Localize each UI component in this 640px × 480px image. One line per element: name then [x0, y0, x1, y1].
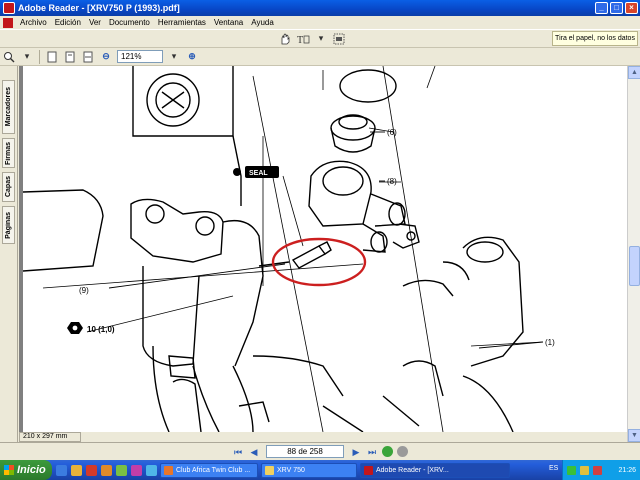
- actual-size-icon[interactable]: [45, 50, 59, 64]
- forward-icon[interactable]: [397, 446, 408, 457]
- title-bar: Adobe Reader - [XRV750 P (1993).pdf] _ □…: [0, 0, 640, 16]
- maximize-button[interactable]: □: [610, 2, 623, 14]
- zoom-out-icon[interactable]: ⊖: [99, 50, 113, 64]
- task-adobe-reader[interactable]: Adobe Reader - [XRV...: [360, 462, 510, 478]
- zoom-in-icon[interactable]: [2, 50, 16, 64]
- desktop-icon[interactable]: [146, 464, 157, 476]
- callout-6: (6): [387, 128, 397, 137]
- windows-taskbar: Inicio Club Africa Twin Club ... XRV 750…: [0, 460, 640, 480]
- tab-firmas-label: Firmas: [5, 141, 12, 165]
- document-viewport[interactable]: SEAL (6) (8) (9) (1) 10 (1,0): [19, 66, 627, 432]
- vertical-scrollbar[interactable]: ▲ ▼: [627, 66, 640, 442]
- fit-width-icon[interactable]: [81, 50, 95, 64]
- adobe-reader-icon: [364, 465, 373, 475]
- zoom-toolbar: ▾ ⊖ 121% ▾ ⊕: [0, 48, 640, 66]
- first-page-icon[interactable]: ⏮: [232, 446, 244, 458]
- callout-8: (8): [387, 177, 397, 186]
- toolbar-divider: [39, 49, 40, 64]
- close-button[interactable]: ×: [625, 2, 638, 14]
- back-icon[interactable]: [382, 446, 393, 457]
- firefox-icon[interactable]: [101, 464, 112, 476]
- callout-1: (1): [545, 338, 555, 347]
- fit-page-icon[interactable]: [63, 50, 77, 64]
- notice-banner[interactable]: Tira el papel, no los datos: [552, 31, 638, 46]
- messenger-icon[interactable]: [116, 464, 127, 476]
- start-button[interactable]: Inicio: [0, 460, 52, 480]
- ie-icon[interactable]: [56, 464, 67, 476]
- scroll-thumb[interactable]: [629, 246, 640, 286]
- tab-capas-label: Capas: [5, 176, 12, 198]
- navigation-panel: Marcadores Firmas Capas Páginas: [0, 66, 18, 442]
- minimize-button[interactable]: _: [595, 2, 608, 14]
- tab-paginas[interactable]: Páginas: [2, 206, 15, 244]
- select-text-icon[interactable]: T: [296, 32, 310, 46]
- system-tray: ES 21:26: [549, 460, 640, 480]
- scroll-up-icon[interactable]: ▲: [628, 66, 640, 79]
- language-indicator[interactable]: ES: [549, 465, 558, 472]
- torque-spec: 10 (1,0): [67, 322, 115, 334]
- folder-icon[interactable]: [71, 464, 82, 476]
- tab-paginas-label: Páginas: [5, 211, 12, 239]
- menu-documento[interactable]: Documento: [105, 18, 154, 27]
- engine-diagram: SEAL (6) (8) (9) (1) 10 (1,0): [22, 66, 555, 432]
- page-size-bar: 210 x 297 mm: [19, 432, 627, 442]
- security-icon[interactable]: [593, 465, 602, 475]
- browser-icon: [164, 465, 173, 475]
- scroll-down-icon[interactable]: ▼: [628, 429, 640, 442]
- menu-herramientas[interactable]: Herramientas: [154, 18, 210, 27]
- chevron-down-icon[interactable]: ▾: [20, 50, 34, 64]
- page-size: 210 x 297 mm: [19, 432, 81, 442]
- app-icon[interactable]: [131, 464, 142, 476]
- pdf-page: SEAL (6) (8) (9) (1) 10 (1,0): [22, 66, 627, 432]
- document-icon[interactable]: [3, 17, 13, 28]
- page-number-field[interactable]: 88 de 258: [266, 445, 344, 458]
- menu-ventana[interactable]: Ventana: [210, 18, 247, 27]
- windows-logo-icon: [4, 465, 14, 475]
- start-label: Inicio: [17, 464, 46, 476]
- tab-firmas[interactable]: Firmas: [2, 138, 15, 168]
- snapshot-tool-icon[interactable]: [332, 32, 346, 46]
- clock: 21:26: [618, 466, 636, 474]
- tab-capas[interactable]: Capas: [2, 172, 15, 202]
- chevron-down-icon[interactable]: ▾: [167, 50, 181, 64]
- task-label: Club Africa Twin Club ...: [176, 466, 251, 474]
- task-xrv750[interactable]: XRV 750: [261, 462, 357, 478]
- zoom-plus-icon[interactable]: ⊕: [185, 50, 199, 64]
- task-club-africa[interactable]: Club Africa Twin Club ...: [160, 462, 258, 478]
- adobe-reader-icon: [3, 2, 15, 14]
- menu-edicion[interactable]: Edición: [51, 18, 85, 27]
- torque-value: 10 (1,0): [87, 325, 115, 334]
- menu-archivo[interactable]: Archivo: [16, 18, 51, 27]
- page-navigation-bar: ⏮ ◀ 88 de 258 ▶ ⏭: [0, 442, 640, 460]
- tab-marcadores[interactable]: Marcadores: [2, 80, 15, 134]
- main-toolbar: T ▾: [0, 30, 640, 48]
- chevron-down-icon[interactable]: ▾: [314, 32, 328, 46]
- menu-ayuda[interactable]: Ayuda: [247, 18, 278, 27]
- previous-page-icon[interactable]: ◀: [248, 446, 260, 458]
- menu-bar: Archivo Edición Ver Documento Herramient…: [0, 16, 640, 30]
- network-icon[interactable]: [567, 465, 576, 475]
- next-page-icon[interactable]: ▶: [350, 446, 362, 458]
- seal-label: SEAL: [249, 170, 268, 177]
- volume-icon[interactable]: [580, 465, 589, 475]
- task-label: Adobe Reader - [XRV...: [376, 466, 449, 474]
- folder-icon: [265, 465, 274, 475]
- task-label: XRV 750: [277, 466, 305, 474]
- window-title: Adobe Reader - [XRV750 P (1993).pdf]: [18, 3, 180, 13]
- zoom-level-field[interactable]: 121%: [117, 50, 163, 63]
- last-page-icon[interactable]: ⏭: [366, 446, 378, 458]
- hand-tool-icon[interactable]: [278, 32, 292, 46]
- tab-marcadores-label: Marcadores: [5, 87, 12, 127]
- menu-ver[interactable]: Ver: [85, 18, 105, 27]
- callout-9: (9): [79, 286, 89, 295]
- media-icon[interactable]: [86, 464, 97, 476]
- svg-text:T: T: [297, 35, 303, 45]
